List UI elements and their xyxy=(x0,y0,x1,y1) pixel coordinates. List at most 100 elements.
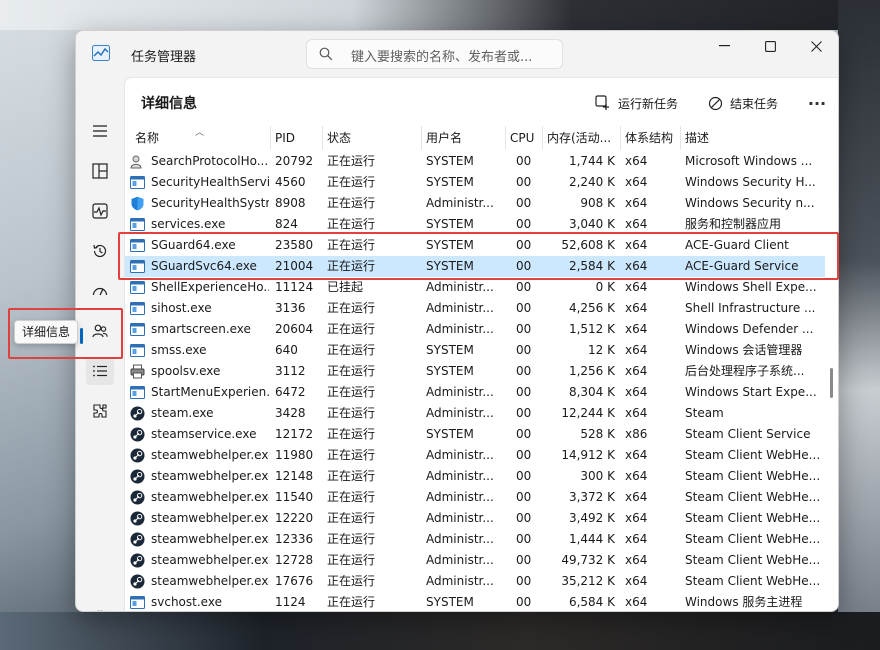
column-cpu[interactable]: CPU xyxy=(506,126,543,150)
app-window-icon xyxy=(130,322,145,337)
cell-name: steam.exe xyxy=(151,406,214,420)
cell-name: SGuardSvc64.exe xyxy=(151,259,257,273)
nav-performance[interactable] xyxy=(86,197,114,225)
cell-status: 正在运行 xyxy=(327,553,376,567)
cell-arch: x64 xyxy=(625,406,648,420)
cell-pid: 1124 xyxy=(275,595,306,609)
cell-pid: 640 xyxy=(275,343,298,357)
steam-icon xyxy=(130,574,145,589)
cell-desc: Steam Client Service xyxy=(685,427,811,441)
shield-icon xyxy=(130,196,145,211)
cell-mem: 2,240 K xyxy=(568,175,615,189)
table-row[interactable]: services.exe 824 正在运行 SYSTEM 00 3,040 K x64 服务和… xyxy=(125,214,825,235)
cell-user: Administr... xyxy=(426,406,494,420)
cell-pid: 12172 xyxy=(275,427,314,441)
cell-user: Administr... xyxy=(426,448,494,462)
nav-users[interactable] xyxy=(86,317,114,345)
table-row[interactable]: steamwebhelper.exe 12220 正在运行 Administr... 0… xyxy=(125,508,825,529)
title-bar[interactable]: 任务管理器 键入要搜索的名称、发布者或... xyxy=(76,31,838,77)
minimize-button[interactable] xyxy=(701,31,747,61)
cell-name: StartMenuExperien... xyxy=(151,385,269,399)
cell-mem: 528 K xyxy=(580,427,615,441)
table-row[interactable]: steamwebhelper.exe 12728 正在运行 Administr... 0… xyxy=(125,550,825,571)
nav-services[interactable] xyxy=(86,397,114,425)
more-options-button[interactable]: ... xyxy=(805,92,829,114)
column-status[interactable]: 状态 xyxy=(323,126,422,150)
cell-name: steamwebhelper.exe xyxy=(151,469,269,483)
table-row[interactable]: steamservice.exe 12172 正在运行 SYSTEM 00 528 K x8… xyxy=(125,424,825,445)
hamburger-menu-button[interactable] xyxy=(86,117,114,145)
cell-name: steamwebhelper.exe xyxy=(151,448,269,462)
table-row[interactable]: SGuard64.exe 23580 正在运行 SYSTEM 00 52,608 K x64… xyxy=(125,235,825,256)
column-memory[interactable]: 内存(活动... xyxy=(543,126,621,150)
vertical-scrollbar[interactable] xyxy=(830,368,833,398)
page-title: 详细信息 xyxy=(141,96,197,112)
cell-status: 正在运行 xyxy=(327,532,376,546)
table-row[interactable]: SecurityHealthSystr... 8908 正在运行 Administr.… xyxy=(125,193,825,214)
cell-desc: Windows Shell Expe... xyxy=(685,280,817,294)
nav-details[interactable] xyxy=(86,357,114,385)
cell-mem: 12 K xyxy=(588,343,615,357)
column-description[interactable]: 描述 xyxy=(681,126,823,150)
cell-cpu: 00 xyxy=(516,490,532,504)
cell-arch: x64 xyxy=(625,532,648,546)
cell-mem: 3,372 K xyxy=(568,490,615,504)
steam-icon xyxy=(130,532,145,547)
cell-status: 正在运行 xyxy=(327,259,376,273)
end-task-button[interactable]: 结束任务 xyxy=(708,92,778,114)
details-panel: 详细信息 运行新任务 结束任务 ... 名称 ︿ PID 状态 用户名 CPU 内… xyxy=(124,77,838,611)
table-row[interactable]: steam.exe 3428 正在运行 Administr... 00 12,244 K x… xyxy=(125,403,825,424)
cell-user: Administr... xyxy=(426,385,494,399)
table-row[interactable]: steamwebhelper.exe 17676 正在运行 Administr... 0… xyxy=(125,571,825,592)
cell-desc: Windows 服务主进程 xyxy=(685,595,803,609)
table-row[interactable]: SearchProtocolHo... 20792 正在运行 SYSTEM 00 1,74… xyxy=(125,151,825,172)
cell-mem: 1,744 K xyxy=(568,154,615,168)
table-row[interactable]: ShellExperienceHo... 11124 已挂起 Administr...… xyxy=(125,277,825,298)
cell-pid: 11540 xyxy=(275,490,314,504)
table-row[interactable]: SGuardSvc64.exe 21004 正在运行 SYSTEM 00 2,584 K x… xyxy=(125,256,825,277)
column-name[interactable]: 名称 ︿ xyxy=(125,126,271,150)
steam-icon xyxy=(130,427,145,442)
cell-pid: 20604 xyxy=(275,322,314,336)
table-row[interactable]: smartscreen.exe 20604 正在运行 Administr... 00 1,… xyxy=(125,319,825,340)
performance-icon xyxy=(92,203,108,219)
search-icon xyxy=(319,47,333,61)
cell-status: 正在运行 xyxy=(327,343,376,357)
column-architecture[interactable]: 体系结构 xyxy=(621,126,681,150)
nav-startup-apps[interactable] xyxy=(86,277,114,305)
steam-icon xyxy=(130,511,145,526)
run-new-task-button[interactable]: 运行新任务 xyxy=(595,92,678,114)
table-row[interactable]: steamwebhelper.exe 11540 正在运行 Administr... 0… xyxy=(125,487,825,508)
table-row[interactable]: svchost.exe 1124 正在运行 SYSTEM 00 6,584 K x64 Win… xyxy=(125,592,825,611)
table-header: 名称 ︿ PID 状态 用户名 CPU 内存(活动... 体系结构 描述 xyxy=(125,126,838,150)
table-row[interactable]: spoolsv.exe 3112 正在运行 SYSTEM 00 1,256 K x64 后台处… xyxy=(125,361,825,382)
app-window-icon xyxy=(130,343,145,358)
table-row[interactable]: steamwebhelper.exe 12336 正在运行 Administr... 0… xyxy=(125,529,825,550)
table-row[interactable]: steamwebhelper.exe 11980 正在运行 Administr... 0… xyxy=(125,445,825,466)
nav-app-history[interactable] xyxy=(86,237,114,265)
background-right xyxy=(838,0,880,650)
table-row[interactable]: sihost.exe 3136 正在运行 Administr... 00 4,256 K x… xyxy=(125,298,825,319)
services-icon xyxy=(93,404,107,418)
cell-user: SYSTEM xyxy=(426,427,474,441)
cell-name: sihost.exe xyxy=(151,301,212,315)
nav-settings[interactable] xyxy=(86,603,114,611)
table-row[interactable]: StartMenuExperien... 6472 正在运行 Administr...… xyxy=(125,382,825,403)
column-username[interactable]: 用户名 xyxy=(422,126,506,150)
cell-status: 正在运行 xyxy=(327,154,376,168)
search-input[interactable]: 键入要搜索的名称、发布者或... xyxy=(306,39,563,69)
cell-name: spoolsv.exe xyxy=(151,364,221,378)
task-manager-app-icon xyxy=(92,45,110,61)
cell-desc: Steam Client WebHe... xyxy=(685,574,821,588)
cell-status: 正在运行 xyxy=(327,217,376,231)
cell-name: steamwebhelper.exe xyxy=(151,511,269,525)
processes-icon xyxy=(92,163,108,179)
table-row[interactable]: steamwebhelper.exe 12148 正在运行 Administr... 0… xyxy=(125,466,825,487)
column-pid[interactable]: PID xyxy=(271,126,323,150)
table-row[interactable]: SecurityHealthServi... 4560 正在运行 SYSTEM 00 2,… xyxy=(125,172,825,193)
nav-processes[interactable] xyxy=(86,157,114,185)
close-button[interactable] xyxy=(793,31,838,61)
maximize-button[interactable] xyxy=(747,31,793,61)
cell-status: 正在运行 xyxy=(327,238,376,252)
table-row[interactable]: smss.exe 640 正在运行 SYSTEM 00 12 K x64 Windows 会话… xyxy=(125,340,825,361)
